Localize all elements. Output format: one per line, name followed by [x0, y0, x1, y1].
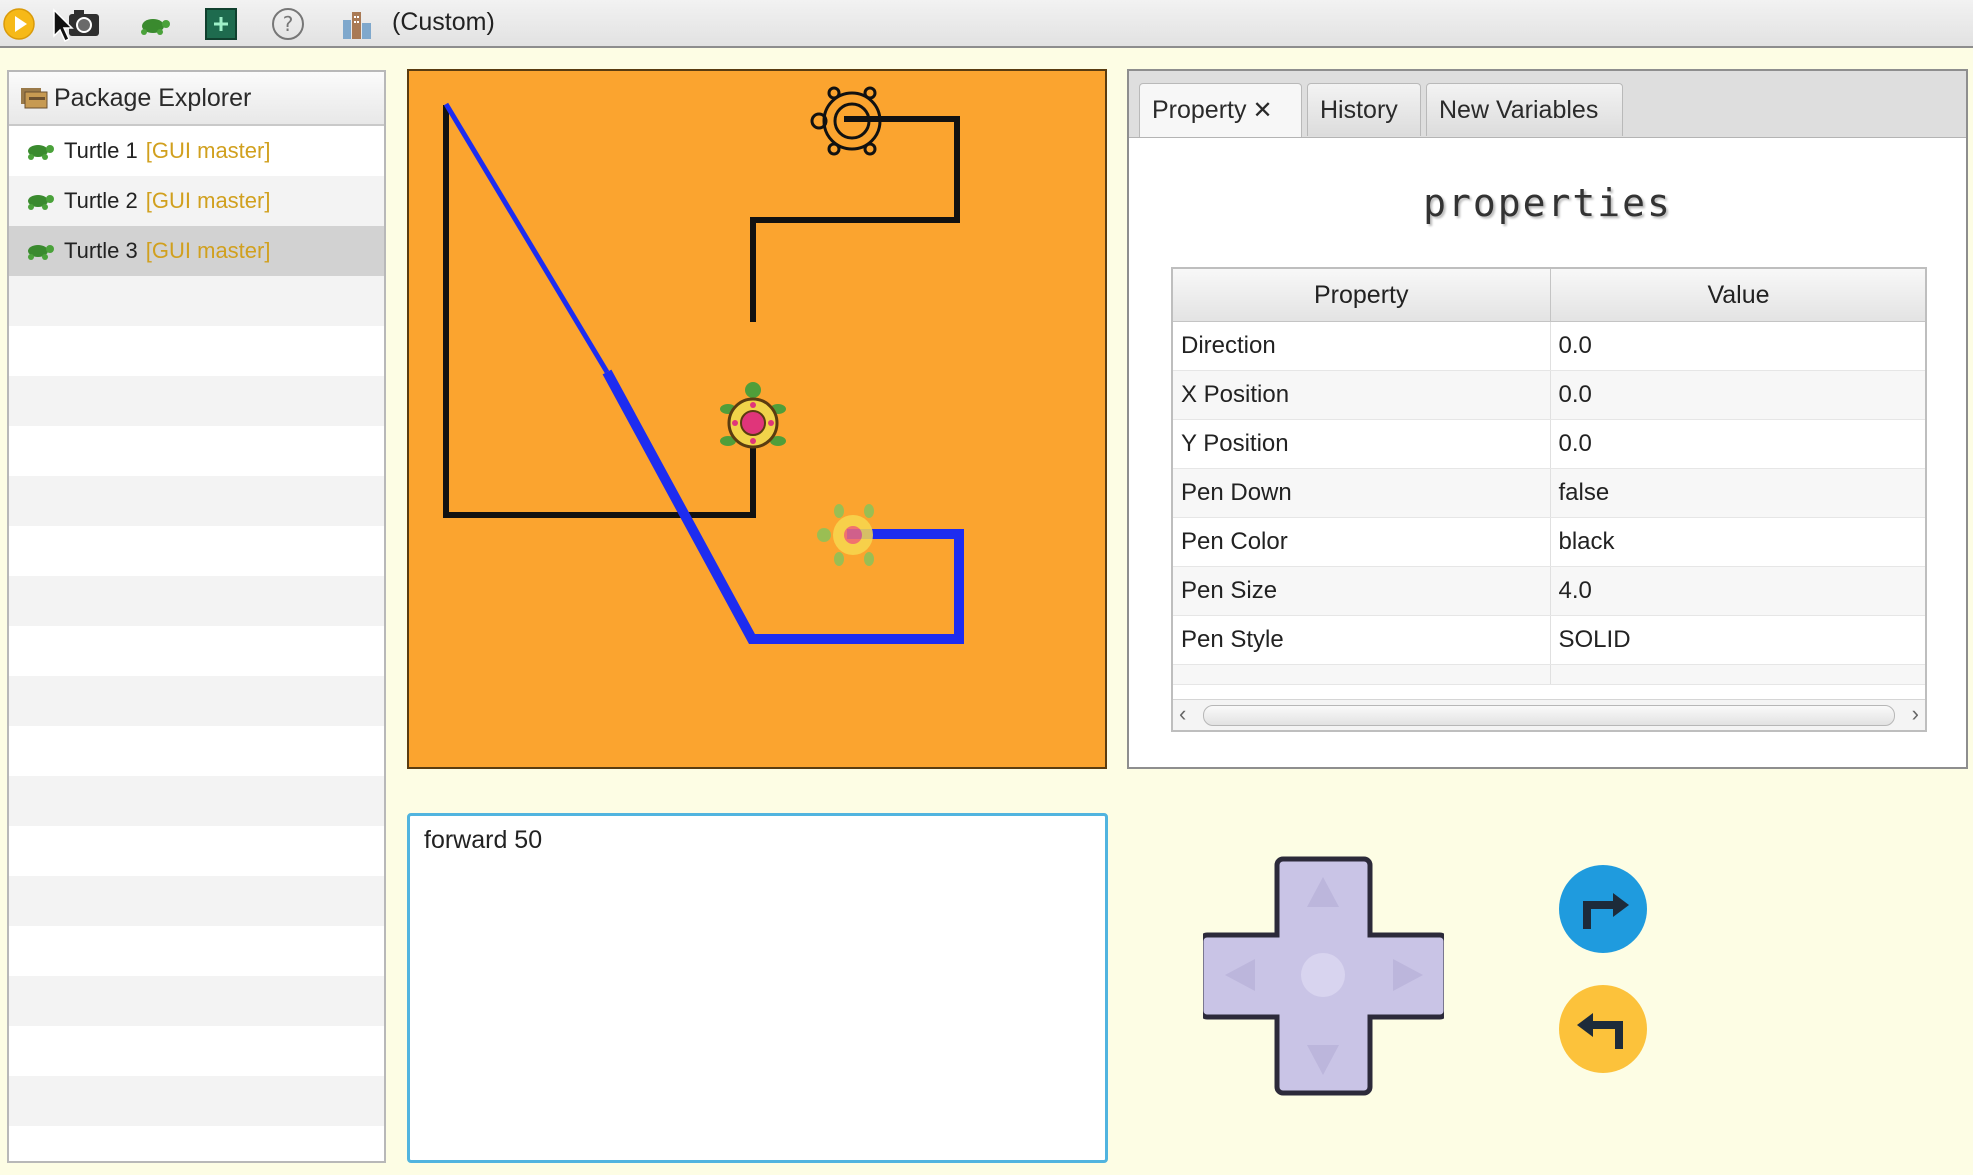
- table-row[interactable]: Y Position 0.0: [1173, 419, 1925, 469]
- explorer-empty-row: [9, 626, 384, 676]
- turtle-icon: [28, 145, 54, 160]
- explorer-empty-row: [9, 326, 384, 376]
- workspace-label[interactable]: (Custom): [392, 8, 495, 37]
- property-name: Direction: [1173, 321, 1551, 371]
- explorer-item-tag: [GUI master]: [145, 138, 271, 163]
- explorer-empty-row: [9, 976, 384, 1026]
- property-value: black: [1550, 517, 1925, 567]
- property-name: Pen Color: [1173, 517, 1551, 567]
- toolbar: ? (Custom): [0, 0, 1973, 48]
- mouse-cursor-icon: [53, 8, 74, 43]
- command-input[interactable]: forward 50: [407, 813, 1108, 1163]
- property-name: Pen Down: [1173, 468, 1551, 518]
- tab-property-label: Property: [1152, 96, 1247, 124]
- package-explorer-icon: [21, 88, 48, 109]
- new-workspace-icon[interactable]: [201, 4, 241, 44]
- property-value: 0.0: [1550, 370, 1925, 420]
- property-name: Pen Style: [1173, 615, 1551, 665]
- package-explorer-header: Package Explorer: [9, 72, 384, 126]
- turn-left-button[interactable]: [1557, 983, 1649, 1075]
- table-row-empty: [1173, 664, 1925, 685]
- column-header-value[interactable]: Value: [1550, 269, 1925, 322]
- column-header-property[interactable]: Property: [1173, 269, 1551, 322]
- property-name: X Position: [1173, 370, 1551, 420]
- explorer-empty-row: [9, 926, 384, 976]
- property-name: Pen Size: [1173, 566, 1551, 616]
- explorer-empty-row: [9, 376, 384, 426]
- turtle-sprite-2: [720, 382, 786, 449]
- property-value: 4.0: [1550, 566, 1925, 616]
- package-explorer: Package Explorer Turtle 1 [GUI master] Tur…: [7, 70, 386, 1163]
- explorer-empty-row: [9, 576, 384, 626]
- explorer-item-turtle-3[interactable]: Turtle 3 [GUI master]: [9, 226, 384, 276]
- tab-close-icon[interactable]: ✕: [1252, 97, 1272, 124]
- property-value: 0.0: [1550, 419, 1925, 469]
- run-icon[interactable]: [0, 4, 40, 44]
- tab-property[interactable]: Property ✕: [1139, 83, 1302, 137]
- package-explorer-title: Package Explorer: [54, 84, 252, 112]
- explorer-empty-row: [9, 526, 384, 576]
- turtle-sprite-3: [817, 504, 874, 566]
- table-row[interactable]: Pen Down false: [1173, 468, 1925, 518]
- scroll-left-icon[interactable]: ‹: [1179, 701, 1186, 727]
- panel-tab-bar: Property ✕ History New Variables: [1129, 71, 1966, 138]
- explorer-empty-row: [9, 676, 384, 726]
- turtle-canvas[interactable]: [407, 69, 1107, 769]
- properties-heading: properties: [1423, 181, 1672, 225]
- explorer-empty-row: [9, 776, 384, 826]
- explorer-item-name: Turtle 1: [64, 138, 138, 163]
- black-path-1: [443, 105, 756, 518]
- explorer-item-name: Turtle 3: [64, 238, 138, 263]
- explorer-empty-row: [9, 1076, 384, 1126]
- table-row[interactable]: Pen Style SOLID: [1173, 615, 1925, 665]
- turtle-icon: [28, 195, 54, 210]
- scroll-right-icon[interactable]: ›: [1912, 701, 1919, 727]
- tab-new-variables-label: New Variables: [1439, 96, 1599, 124]
- property-value: 0.0: [1550, 321, 1925, 371]
- table-row[interactable]: X Position 0.0: [1173, 370, 1925, 420]
- explorer-item-turtle-1[interactable]: Turtle 1 [GUI master]: [9, 126, 384, 176]
- tab-new-variables[interactable]: New Variables: [1426, 83, 1623, 136]
- explorer-empty-row: [9, 426, 384, 476]
- explorer-item-tag: [GUI master]: [145, 238, 271, 263]
- tab-history-label: History: [1320, 96, 1398, 124]
- explorer-item-tag: [GUI master]: [145, 188, 271, 213]
- horizontal-scrollbar[interactable]: ‹ ›: [1173, 699, 1925, 730]
- table-row[interactable]: Pen Color black: [1173, 517, 1925, 567]
- blue-path-thin: [443, 102, 610, 374]
- table-row[interactable]: Direction 0.0: [1173, 321, 1925, 371]
- tab-history[interactable]: History: [1307, 83, 1421, 136]
- explorer-item-turtle-2[interactable]: Turtle 2 [GUI master]: [9, 176, 384, 226]
- explorer-item-name: Turtle 2: [64, 188, 138, 213]
- property-table: Property Value Direction 0.0 X Position 0.0…: [1171, 267, 1927, 732]
- explorer-empty-row: [9, 826, 384, 876]
- explorer-empty-row: [9, 1026, 384, 1076]
- property-name: Y Position: [1173, 419, 1551, 469]
- turn-left-icon: [1559, 985, 1647, 1073]
- table-row[interactable]: Pen Size 4.0: [1173, 566, 1925, 616]
- explorer-empty-row: [9, 276, 384, 326]
- explorer-empty-row: [9, 876, 384, 926]
- scrollbar-thumb[interactable]: [1203, 705, 1895, 726]
- explorer-empty-row: [9, 726, 384, 776]
- turn-right-icon: [1559, 865, 1647, 953]
- turn-right-button[interactable]: [1557, 863, 1649, 955]
- turtle-icon[interactable]: [134, 4, 174, 44]
- property-value: SOLID: [1550, 615, 1925, 665]
- svg-text:?: ?: [283, 12, 294, 36]
- explorer-empty-row: [9, 476, 384, 526]
- direction-pad[interactable]: [1198, 855, 1449, 1096]
- property-value: false: [1550, 468, 1925, 518]
- help-icon[interactable]: ?: [268, 4, 308, 44]
- property-panel: Property ✕ History New Variables properti…: [1127, 69, 1968, 769]
- turtle-icon: [28, 245, 54, 260]
- city-icon[interactable]: [337, 4, 377, 44]
